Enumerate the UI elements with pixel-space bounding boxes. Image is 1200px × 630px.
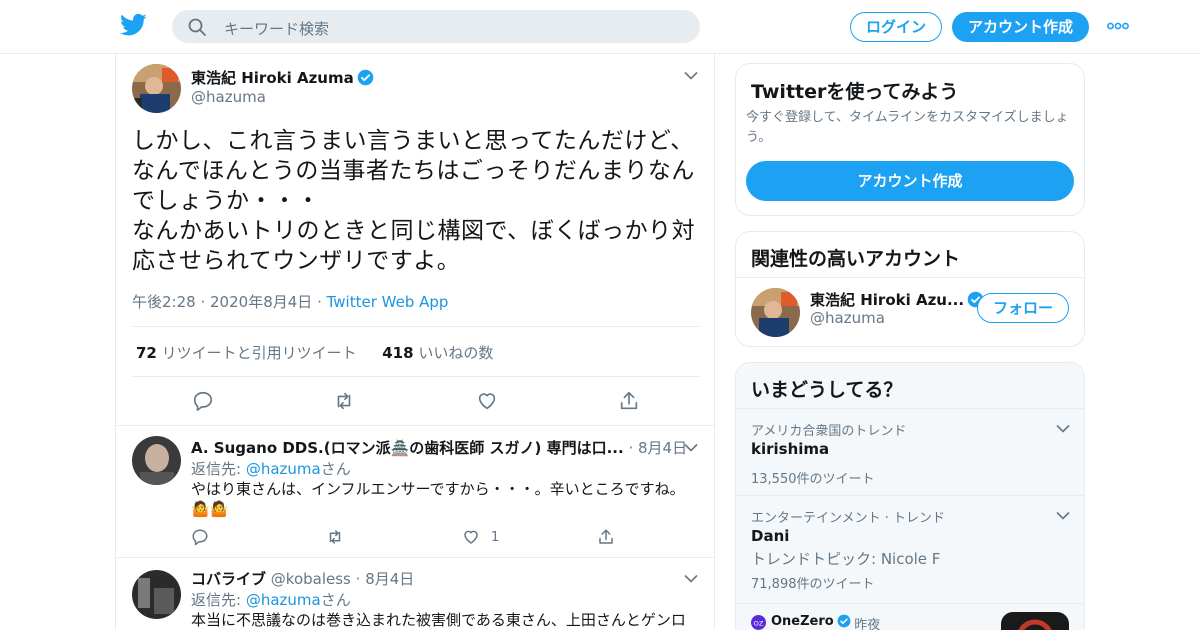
author-name-line[interactable]: 東浩紀 Hiroki Azuma: [191, 67, 374, 88]
tweet-time[interactable]: 午後2:28: [132, 293, 196, 311]
related-name-line[interactable]: 東浩紀 Hiroki Azu...: [810, 289, 984, 310]
tweet-stats: 72 リツイートと引用リツイート 418 いいねの数: [136, 342, 493, 363]
avatar[interactable]: [132, 570, 181, 619]
like-icon[interactable]: [476, 390, 498, 412]
trend-name[interactable]: Dani: [751, 527, 789, 545]
reply-prefix: 返信先:: [191, 591, 246, 609]
svg-text:OZ: OZ: [754, 619, 764, 627]
tweet-meta: 午後2:28 · 2020年8月4日 · Twitter Web App: [132, 293, 449, 311]
signup-button[interactable]: アカウント作成: [952, 12, 1089, 42]
chevron-down-icon[interactable]: [1056, 424, 1070, 433]
reply-tweet[interactable]: コバライブ @kobaless · 8月4日 返信先: @hazumaさん 本当…: [116, 557, 714, 630]
trend-name[interactable]: kirishima: [751, 440, 829, 458]
promo-description: 今すぐ登録して、タイムラインをカスタマイズしましょう。: [746, 110, 1069, 145]
reply-tweet[interactable]: A. Sugano DDS.(ロマン派🏯の歯科医師 スガノ) 専門は口... ·…: [116, 425, 714, 557]
reply-date[interactable]: 8月4日: [365, 570, 414, 588]
signup-promo-card: Twitterを使ってみよう 今すぐ登録して、タイムラインをカスタマイズしましょ…: [735, 63, 1085, 216]
chevron-down-icon[interactable]: [684, 443, 698, 452]
news-time: · 昨夜: [846, 614, 880, 630]
search-icon: [188, 18, 206, 36]
reply-context: 返信先: @hazumaさん: [191, 458, 351, 479]
reply-suffix: さん: [320, 460, 351, 478]
retweet-icon[interactable]: [326, 528, 344, 546]
trend-subtitle: トレンドトピック: Nicole F: [751, 550, 941, 568]
like-count: 1: [491, 530, 500, 545]
trend-count: 71,898件のツイート: [751, 577, 875, 592]
chevron-down-icon[interactable]: [1056, 511, 1070, 520]
news-time-value: 昨夜: [854, 618, 881, 630]
reply-prefix: 返信先:: [191, 460, 246, 478]
top-bar: キーワード検索 ログイン アカウント作成: [0, 0, 1200, 54]
retweet-stat[interactable]: 72 リツイートと引用リツイート: [136, 344, 357, 362]
tweet-source[interactable]: Twitter Web App: [327, 293, 449, 311]
follow-button[interactable]: フォロー: [977, 293, 1069, 323]
news-source[interactable]: OneZero: [771, 614, 851, 629]
news-thumbnail[interactable]: [1001, 612, 1069, 630]
retweet-count: 72: [136, 344, 157, 362]
onezero-logo-icon: OZ: [751, 615, 766, 630]
related-title: 関連性の高いアカウント: [751, 248, 961, 270]
promo-title: Twitterを使ってみよう: [751, 81, 959, 103]
trend-count: 13,550件のツイート: [751, 472, 875, 487]
verified-badge-icon: [357, 69, 374, 86]
reply-to-handle[interactable]: @hazuma: [246, 460, 321, 478]
divider: [132, 326, 700, 327]
related-account-name[interactable]: 東浩紀 Hiroki Azu...: [810, 291, 964, 309]
reply-to-handle[interactable]: @hazuma: [246, 591, 321, 609]
trend-context: アメリカ合衆国のトレンド: [751, 424, 907, 439]
login-button[interactable]: ログイン: [850, 12, 942, 42]
retweet-label: リツイートと引用リツイート: [161, 344, 357, 362]
share-icon[interactable]: [618, 390, 640, 412]
reply-text: やはり東さんは、インフルエンサーですから・・・。辛いところですね。🤷🤷: [191, 480, 685, 518]
trend-item[interactable]: アメリカ合衆国のトレンド kirishima 13,550件のツイート: [736, 408, 1084, 495]
news-item[interactable]: OZ OneZero · 昨夜: [736, 603, 1084, 630]
related-accounts-card: 関連性の高いアカウント 東浩紀 Hiroki Azu... @hazuma フォ…: [735, 231, 1085, 347]
reply-text: 本当に不思議なのは巻き込まれた被害側である東さん、上田さんとゲンロ: [191, 611, 686, 629]
tweet-text-body: しかし、これ言うまい言うまいと思ってたんだけど、なんでほんとうの当事者たちはごっ…: [132, 128, 696, 274]
more-dots-icon[interactable]: [1107, 22, 1129, 30]
avatar[interactable]: [132, 64, 181, 113]
like-label: いいねの数: [418, 344, 494, 362]
avatar[interactable]: [751, 288, 800, 337]
tweet-date[interactable]: 2020年8月4日: [210, 293, 312, 311]
related-account-handle[interactable]: @hazuma: [810, 309, 885, 327]
tweet-column: 東浩紀 Hiroki Azuma @hazuma しかし、これ言うまい言うまいと…: [115, 54, 715, 630]
reply-author-name[interactable]: コバライブ: [191, 570, 266, 588]
signup-button[interactable]: アカウント作成: [746, 161, 1074, 201]
reply-icon[interactable]: [192, 390, 214, 412]
avatar[interactable]: [132, 436, 181, 485]
author-handle[interactable]: @hazuma: [191, 88, 266, 106]
divider: [736, 277, 1084, 278]
retweet-icon[interactable]: [333, 390, 355, 412]
reply-icon[interactable]: [191, 528, 209, 546]
twitter-bird-icon[interactable]: [120, 13, 147, 37]
tweet-text: しかし、これ言うまい言うまいと思ってたんだけど、なんでほんとうの当事者たちはごっ…: [132, 126, 702, 276]
search-input[interactable]: キーワード検索: [224, 18, 329, 39]
reply-context: 返信先: @hazumaさん: [191, 589, 351, 610]
like-count: 418: [382, 344, 414, 362]
reply-author-name[interactable]: A. Sugano DDS.(ロマン派🏯の歯科医師 スガノ) 専門は口...: [191, 439, 624, 457]
trends-title: いまどうしてる？: [751, 379, 903, 401]
search-box[interactable]: キーワード検索: [172, 10, 700, 43]
trend-context: エンターテインメント · トレンド: [751, 511, 946, 526]
reply-author-handle[interactable]: @kobaless: [271, 570, 351, 588]
like-stat[interactable]: 418 いいねの数: [382, 344, 493, 362]
chevron-down-icon[interactable]: [684, 71, 698, 80]
trends-card: いまどうしてる？ アメリカ合衆国のトレンド kirishima 13,550件の…: [735, 362, 1085, 630]
divider: [132, 376, 700, 377]
share-icon[interactable]: [597, 528, 615, 546]
reply-date[interactable]: 8月4日: [638, 439, 687, 457]
author-name[interactable]: 東浩紀 Hiroki Azuma: [191, 69, 354, 87]
reply-suffix: さん: [320, 591, 351, 609]
chevron-down-icon[interactable]: [684, 574, 698, 583]
trend-item[interactable]: エンターテインメント · トレンド Dani トレンドトピック: Nicole …: [736, 495, 1084, 603]
like-icon[interactable]: [462, 528, 480, 546]
news-source-name: OneZero: [771, 614, 834, 629]
